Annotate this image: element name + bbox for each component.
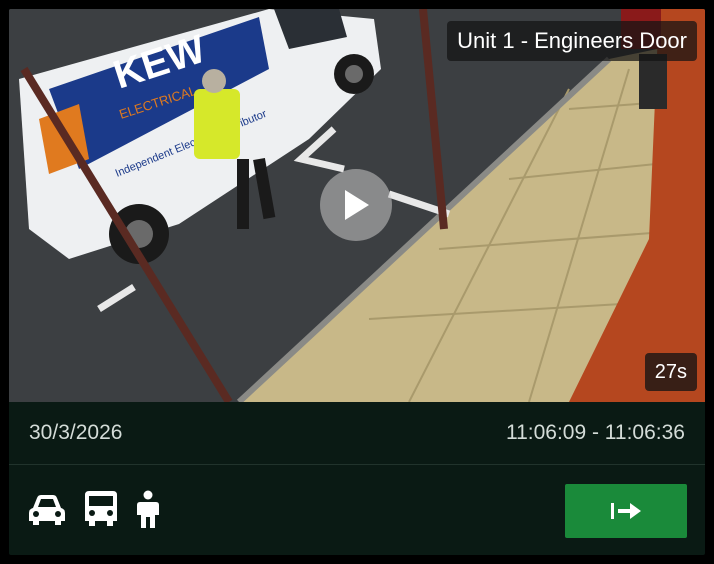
- event-panel: KEW ELECTRICAL Independent Electrical Di…: [9, 9, 705, 555]
- arrow-right-to-bar-icon: [611, 503, 641, 519]
- video-thumbnail[interactable]: KEW ELECTRICAL Independent Electrical Di…: [9, 9, 705, 402]
- duration-badge: 27s: [644, 353, 697, 391]
- event-time-range: 11:06:09 - 11:06:36: [505, 421, 685, 444]
- event-info-row: 30/3/2026 11:06:09 - 11:06:36: [9, 402, 705, 464]
- open-event-button[interactable]: [565, 484, 687, 538]
- detection-row: [9, 465, 705, 555]
- person-icon: [135, 490, 161, 530]
- play-icon: [345, 190, 369, 220]
- event-date: 30/3/2026: [29, 421, 123, 444]
- play-button[interactable]: [320, 169, 392, 241]
- event-card: KEW ELECTRICAL Independent Electrical Di…: [0, 0, 714, 564]
- detection-icons: [27, 490, 161, 530]
- car-icon: [27, 492, 67, 528]
- van-icon: [81, 491, 121, 529]
- camera-title: Unit 1 - Engineers Door: [447, 21, 697, 61]
